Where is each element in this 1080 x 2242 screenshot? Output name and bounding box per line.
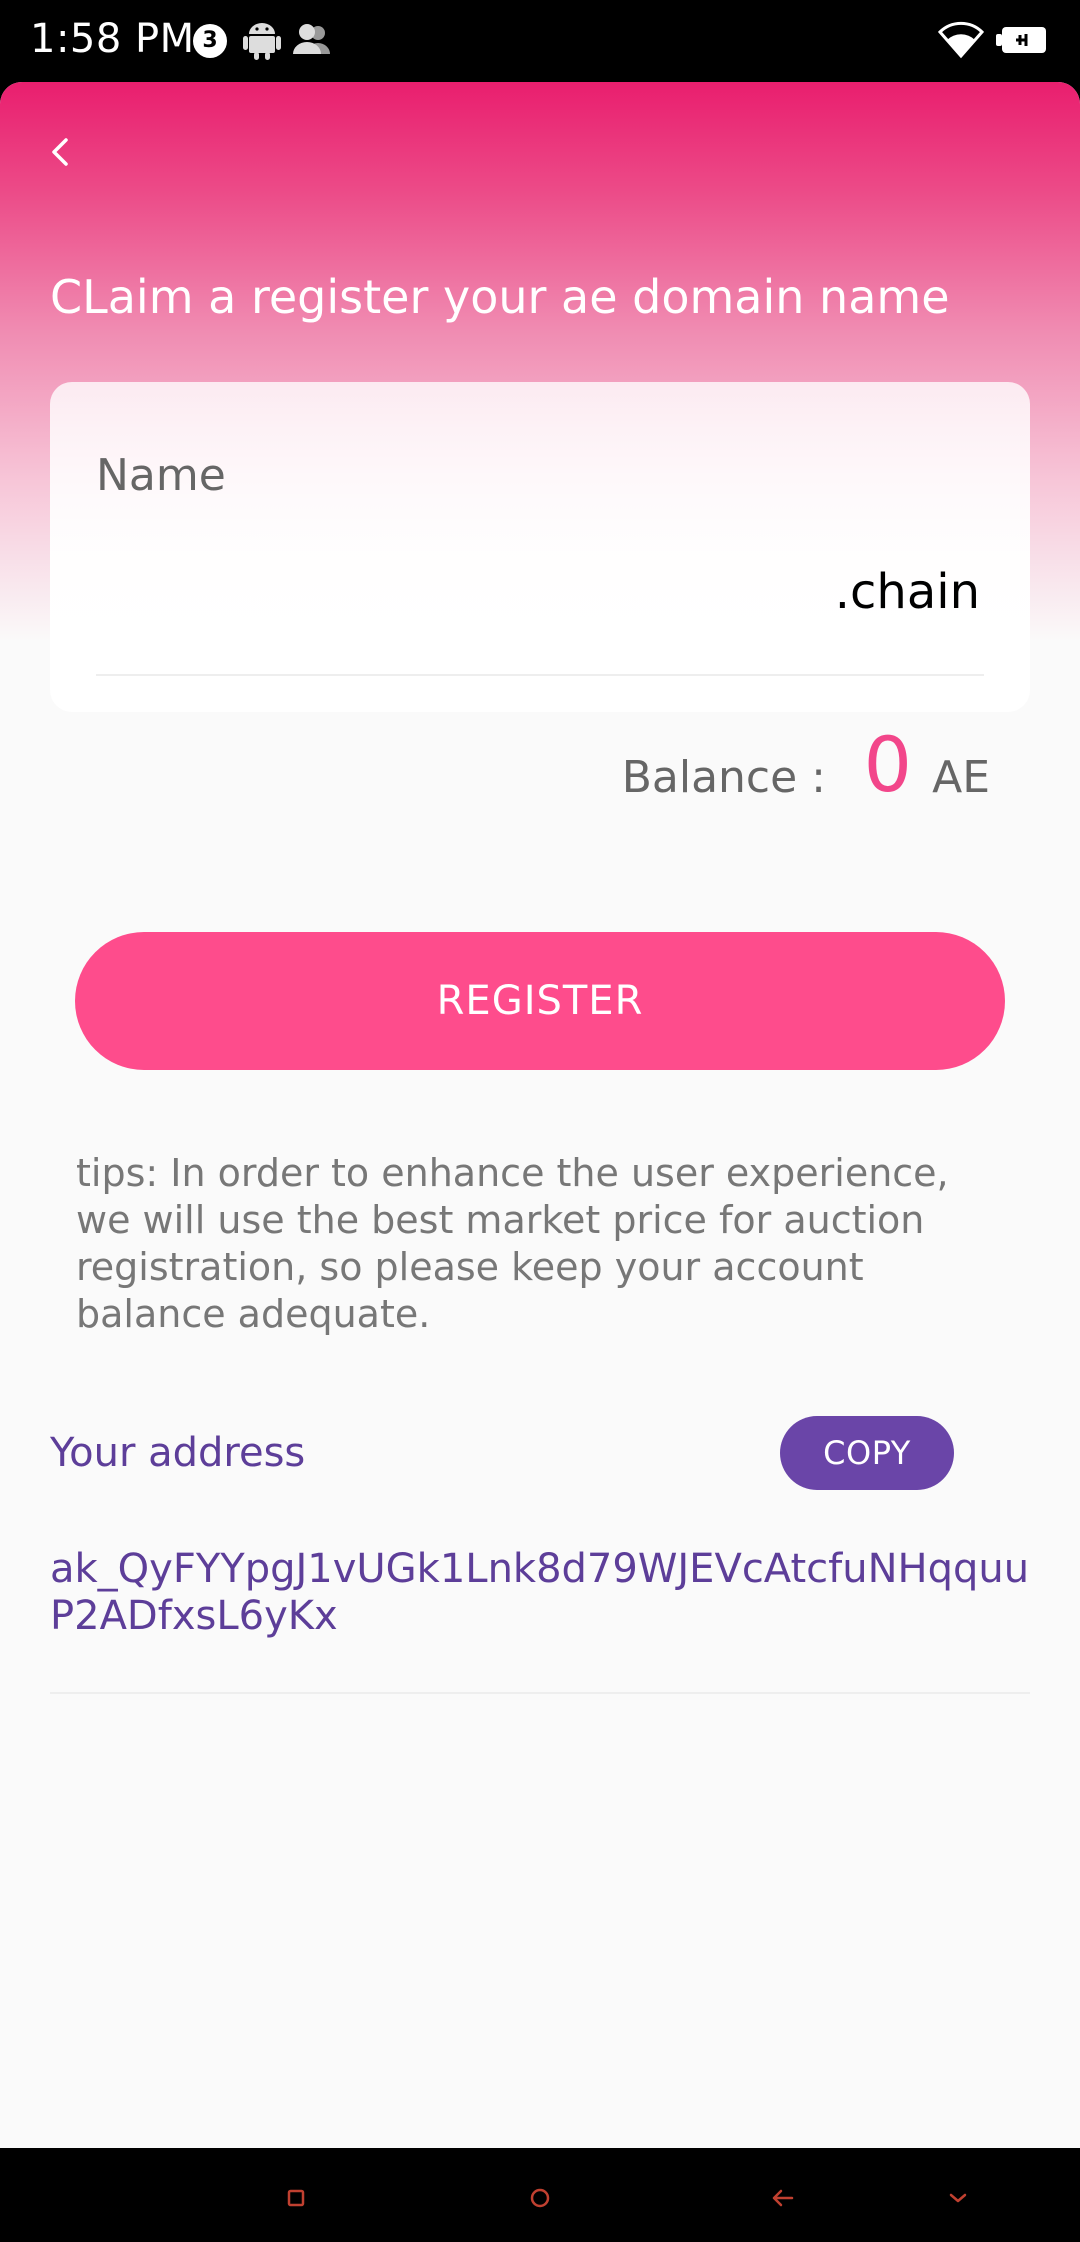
name-label: Name (96, 450, 226, 501)
balance-value: 0 (863, 720, 912, 809)
status-time: 1:58 PM (30, 16, 195, 62)
recent-apps-icon (287, 2189, 305, 2207)
balance-label: Balance : (621, 752, 826, 803)
back-icon (772, 2189, 794, 2207)
copy-button[interactable]: COPY (780, 1416, 954, 1490)
home-icon (530, 2188, 550, 2208)
balance-unit: AE (932, 752, 990, 803)
back-button[interactable] (36, 116, 96, 188)
name-input[interactable] (96, 554, 796, 624)
android-icon (243, 20, 281, 64)
battery-icon (996, 20, 1050, 64)
navigation-bar (0, 2148, 1080, 2242)
status-bar: 1:58 PM 3 (0, 0, 1080, 82)
name-underline (96, 674, 984, 676)
domain-suffix: .chain (834, 564, 980, 620)
hide-keyboard-icon (949, 2193, 967, 2203)
address-divider (50, 1692, 1030, 1694)
wifi-icon (937, 20, 985, 64)
notification-count-badge: 3 (193, 24, 227, 58)
people-icon (292, 20, 336, 64)
app-screen: CLaim a register your ae domain name Nam… (0, 82, 1080, 2148)
name-card: Name .chain (50, 382, 1030, 712)
hide-keyboard-button[interactable] (938, 2178, 978, 2218)
recent-apps-button[interactable] (276, 2178, 316, 2218)
back-nav-button[interactable] (763, 2178, 803, 2218)
tips-text: tips: In order to enhance the user exper… (76, 1151, 949, 1336)
address-label: Your address (50, 1430, 306, 1476)
page-title: CLaim a register your ae domain name (50, 270, 950, 324)
register-button[interactable]: REGISTER (75, 932, 1005, 1070)
chevron-left-icon (52, 138, 68, 166)
home-button[interactable] (520, 2178, 560, 2218)
address-value: ak_QyFYYpgJ1vUGk1Lnk8d79WJEVcAtcfuNHqquu… (50, 1546, 1030, 1639)
